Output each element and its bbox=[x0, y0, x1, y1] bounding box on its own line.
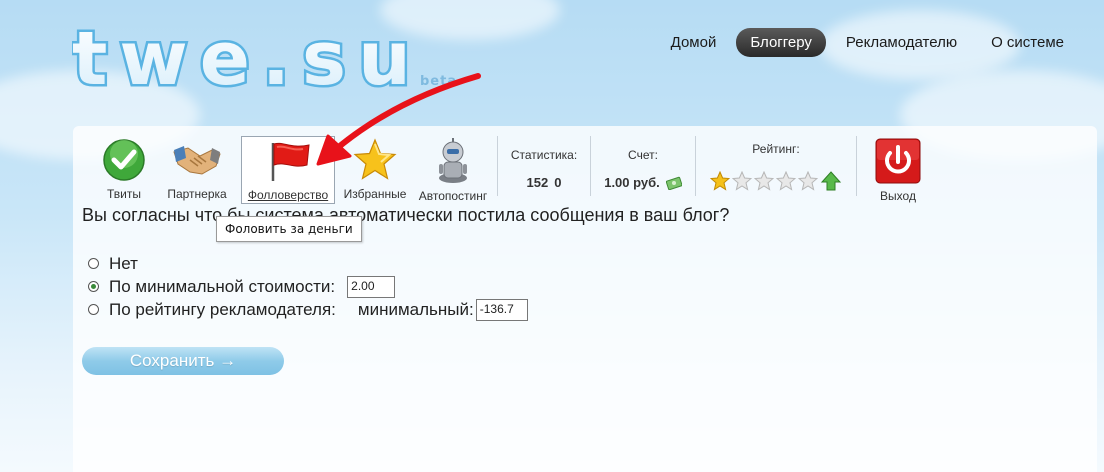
min-price-input[interactable]: 2.00 bbox=[347, 275, 396, 298]
tool-logout[interactable]: Выход bbox=[861, 136, 935, 203]
toolbar-divider bbox=[695, 136, 696, 196]
tool-partner-label: Партнерка bbox=[167, 187, 227, 201]
account-value: 1.00 руб. bbox=[604, 175, 660, 190]
autopost-question: Вы согласны что бы система автоматически… bbox=[82, 205, 730, 225]
tool-tweets[interactable]: Твиты bbox=[93, 136, 155, 201]
nav-blogger[interactable]: Блоггеру bbox=[736, 28, 826, 57]
star-empty-icon[interactable] bbox=[798, 171, 818, 191]
stats-label: Статистика: bbox=[510, 148, 578, 162]
tooltip: Фоловить за деньги bbox=[216, 216, 362, 242]
tool-logout-label: Выход bbox=[880, 189, 916, 203]
logo-text: twe.su bbox=[72, 22, 423, 102]
toolbar: Твиты Партнерка Фолловерство Избранные А… bbox=[93, 136, 935, 206]
top-nav: Домой Блоггеру Рекламодателю О системе bbox=[657, 28, 1078, 57]
min-rating-input[interactable]: -136.7 bbox=[475, 298, 528, 321]
stats-count: 152 bbox=[526, 175, 549, 190]
autopost-options: Нет По минимальной стоимости: 2.00 По ре… bbox=[88, 252, 528, 321]
tool-autopost-label: Автопостинг bbox=[418, 189, 488, 203]
min-rating-label: минимальный: bbox=[357, 299, 474, 319]
nav-about[interactable]: О системе bbox=[977, 28, 1078, 57]
star-empty-icon[interactable] bbox=[732, 171, 752, 191]
tool-autopost[interactable]: Автопостинг bbox=[413, 136, 493, 203]
option-by-rating[interactable]: По рейтингу рекламодателя: минимальный: … bbox=[88, 298, 528, 321]
option-no-label: Нет bbox=[109, 253, 138, 273]
radio-min-price[interactable] bbox=[88, 281, 99, 292]
toolbar-divider bbox=[590, 136, 591, 196]
rating-block: Рейтинг: bbox=[700, 136, 852, 192]
tool-tweets-label: Твиты bbox=[106, 187, 141, 201]
account-label: Счет: bbox=[628, 148, 658, 162]
option-min-price[interactable]: По минимальной стоимости: 2.00 bbox=[88, 275, 528, 298]
checkmark-icon bbox=[103, 139, 145, 181]
rating-label: Рейтинг: bbox=[752, 142, 800, 156]
site-logo[interactable]: twe.su bbox=[70, 14, 482, 105]
tool-following-label: Фолловерство bbox=[247, 188, 329, 202]
stats-zero: 0 bbox=[554, 175, 562, 190]
tool-favorites-label: Избранные bbox=[343, 187, 407, 201]
robot-icon bbox=[439, 138, 467, 183]
option-min-price-label: По минимальной стоимости: bbox=[109, 276, 336, 296]
star-empty-icon[interactable] bbox=[754, 171, 774, 191]
account-value-wrap: 1.00 руб. bbox=[604, 175, 682, 190]
radio-no[interactable] bbox=[88, 258, 99, 269]
tool-partner[interactable]: Партнерка bbox=[155, 136, 239, 201]
rating-stars bbox=[710, 170, 842, 192]
nav-advertiser[interactable]: Рекламодателю bbox=[832, 28, 971, 57]
toolbar-divider bbox=[856, 136, 857, 196]
star-filled-icon[interactable] bbox=[710, 171, 730, 191]
star-empty-icon[interactable] bbox=[776, 171, 796, 191]
star-icon bbox=[353, 138, 397, 180]
red-flag-icon bbox=[271, 142, 310, 181]
save-button[interactable]: Сохранить → bbox=[82, 347, 284, 375]
power-icon bbox=[875, 138, 921, 184]
tool-favorites[interactable]: Избранные bbox=[337, 136, 413, 201]
handshake-icon bbox=[173, 146, 221, 175]
option-by-rating-label: По рейтингу рекламодателя: bbox=[109, 299, 336, 319]
stats-values: 152 0 bbox=[527, 175, 562, 190]
nav-home[interactable]: Домой bbox=[657, 28, 731, 57]
money-icon[interactable] bbox=[665, 176, 682, 190]
radio-by-rating[interactable] bbox=[88, 304, 99, 315]
arrow-up-icon[interactable] bbox=[820, 170, 842, 192]
tool-following[interactable]: Фолловерство bbox=[241, 136, 335, 204]
toolbar-divider bbox=[497, 136, 498, 196]
option-no[interactable]: Нет bbox=[88, 252, 528, 275]
stats-block: Статистика: 152 0 bbox=[502, 136, 586, 190]
account-block: Счет: 1.00 руб. bbox=[595, 136, 691, 190]
beta-badge: beta bbox=[420, 74, 458, 89]
